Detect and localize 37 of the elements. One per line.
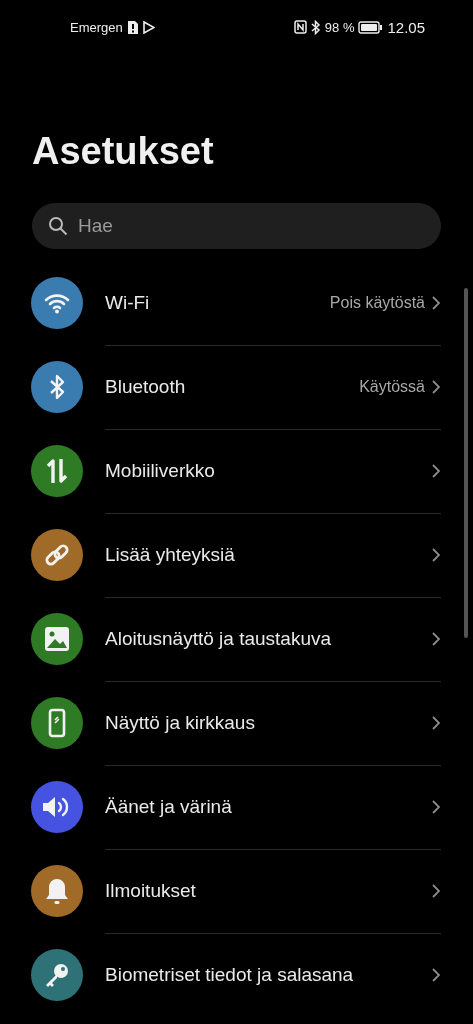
battery-icon bbox=[358, 20, 384, 34]
clock-time: 12.05 bbox=[387, 18, 425, 36]
wifi-icon bbox=[43, 291, 71, 315]
phone-icon bbox=[48, 708, 66, 738]
chevron-right-icon bbox=[431, 714, 441, 731]
up-down-arrows-icon bbox=[46, 457, 68, 485]
battery-percent: 98 % bbox=[324, 19, 355, 35]
link-icon bbox=[44, 542, 70, 568]
page-title: Asetukset bbox=[32, 129, 215, 173]
search-field[interactable]: Hae bbox=[32, 203, 441, 249]
settings-item[interactable]: Bluetooth bbox=[105, 375, 360, 398]
chevron-right-icon bbox=[431, 882, 441, 899]
settings-item[interactable]: Wi-Fi bbox=[105, 291, 330, 314]
settings-item[interactable]: Mobiiliverkko bbox=[105, 459, 431, 482]
sim-alert-icon bbox=[126, 19, 139, 35]
chevron-right-icon bbox=[431, 798, 441, 815]
chevron-right-icon bbox=[431, 630, 441, 647]
chevron-right-icon bbox=[431, 378, 441, 395]
nfc-icon bbox=[293, 20, 307, 34]
status-value: Käytössä bbox=[359, 377, 425, 396]
status-value: Pois käytöstä bbox=[329, 293, 425, 312]
settings-item[interactable]: Lisää yhteyksiä bbox=[105, 543, 431, 566]
settings-item[interactable]: Näyttö ja kirkkaus bbox=[105, 711, 431, 734]
settings-item[interactable]: Ilmoitukset bbox=[105, 879, 431, 902]
bell-icon bbox=[44, 877, 70, 905]
play-icon bbox=[142, 20, 155, 34]
bluetooth-icon bbox=[310, 19, 321, 35]
image-icon bbox=[44, 626, 70, 652]
settings-item[interactable]: Biometriset tiedot ja salasana bbox=[105, 964, 431, 986]
bluetooth-icon bbox=[48, 373, 66, 401]
chevron-right-icon bbox=[431, 967, 441, 983]
settings-item[interactable]: Äänet ja värinä bbox=[105, 795, 431, 818]
chevron-right-icon bbox=[431, 546, 441, 563]
chevron-right-icon bbox=[431, 462, 441, 479]
carrier-text: Emergen bbox=[70, 19, 123, 35]
settings-item[interactable]: Aloitusnäyttö ja taustakuva bbox=[105, 627, 431, 650]
chevron-right-icon bbox=[431, 294, 441, 311]
